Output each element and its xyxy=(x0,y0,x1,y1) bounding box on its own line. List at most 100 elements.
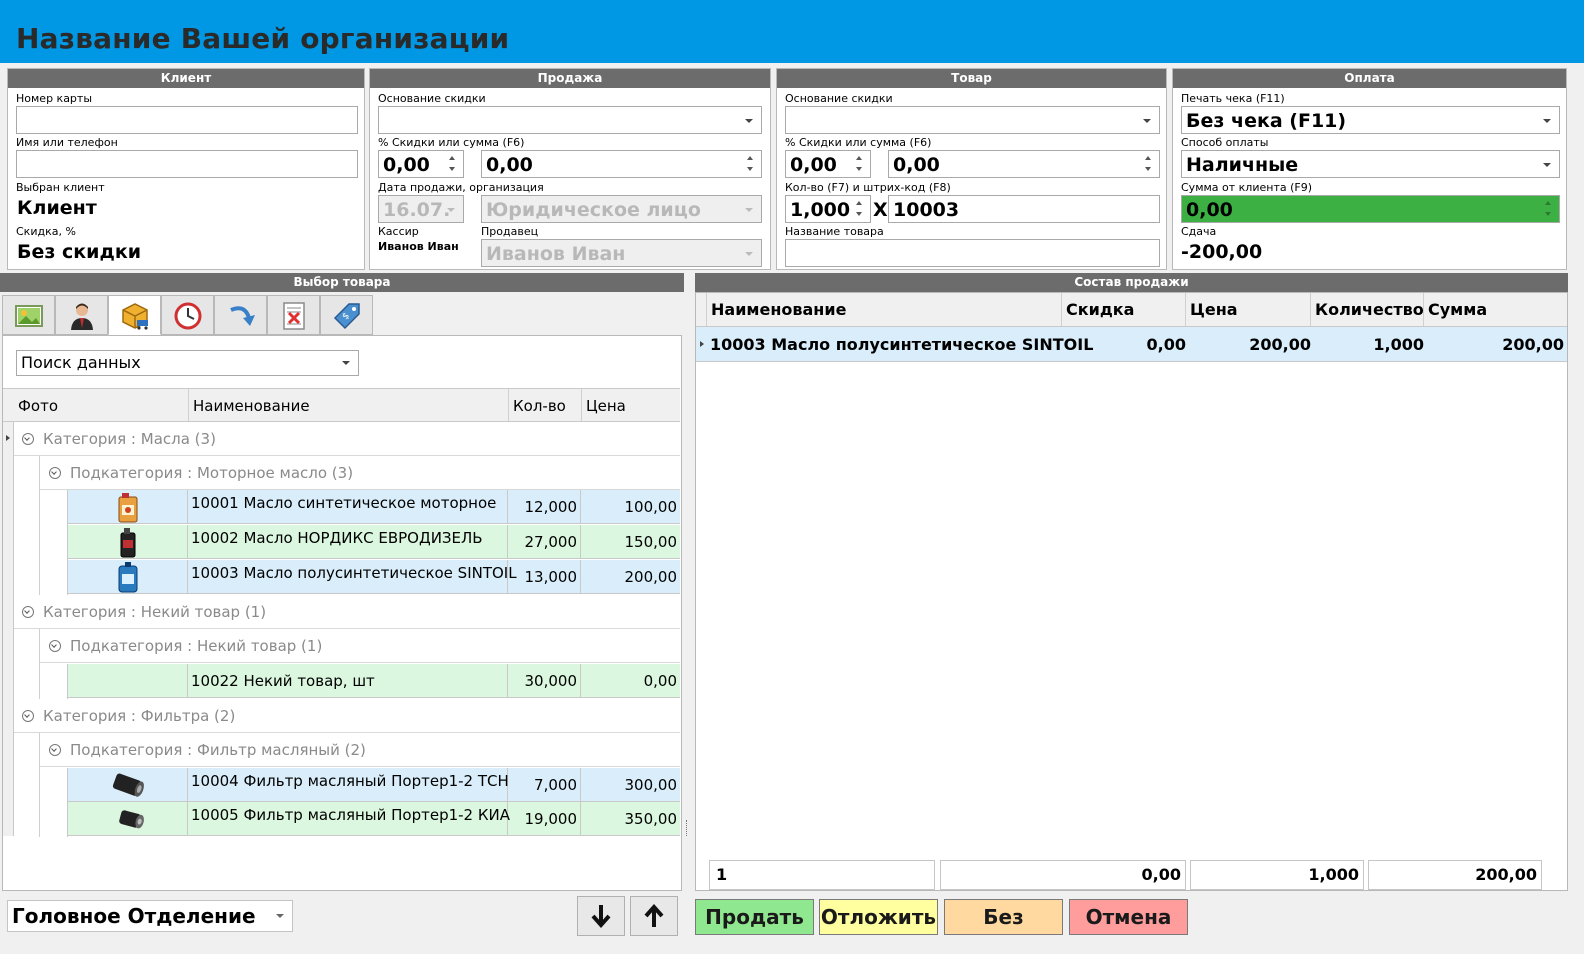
row-indicator-arrow xyxy=(6,435,10,441)
seller-select: Иванов Иван xyxy=(481,239,762,267)
tab-writeoff[interactable] xyxy=(267,295,320,335)
chevron-down-icon xyxy=(1143,119,1151,123)
spin-arrows-icon[interactable] xyxy=(856,200,864,218)
collapse-icon[interactable] xyxy=(22,606,34,618)
sale-organization-select: Юридическое лицо xyxy=(481,195,762,223)
category-row[interactable]: Категория : Масла (3) xyxy=(14,422,680,456)
subcategory-row[interactable]: Подкатегория : Некий товар (1) xyxy=(40,629,680,663)
collapse-icon[interactable] xyxy=(49,467,61,479)
cancel-button[interactable]: Отмена xyxy=(1069,899,1188,935)
composition-discount: 0,00 xyxy=(1146,335,1186,354)
chevron-down-icon xyxy=(447,208,455,212)
composition-name: 10003 Масло полусинтетическое SINTOIL xyxy=(710,335,1094,354)
splitter-handle[interactable] xyxy=(686,820,689,836)
column-header-discount[interactable]: Скидка xyxy=(1062,293,1186,326)
selected-client-label: Выбран клиент xyxy=(16,181,105,194)
composition-sum: 200,00 xyxy=(1502,335,1564,354)
product-price: 100,00 xyxy=(624,498,678,516)
footer-discount: 0,00 xyxy=(940,860,1186,890)
name-phone-input[interactable] xyxy=(16,150,358,178)
product-photo xyxy=(68,525,188,559)
column-header-price[interactable]: Цена xyxy=(1186,293,1311,326)
branch-select[interactable]: Головное Отделение xyxy=(7,900,293,932)
column-header-photo[interactable]: Фото xyxy=(14,389,189,421)
oil-filter-icon xyxy=(119,810,144,829)
tab-users[interactable] xyxy=(55,295,108,335)
column-header-name[interactable]: Наименование xyxy=(707,293,1062,326)
collapse-icon[interactable] xyxy=(22,433,34,445)
sale-discount-pct-stepper[interactable]: 0,00 xyxy=(378,150,464,178)
column-header-price[interactable]: Цена xyxy=(582,389,680,421)
delete-list-icon xyxy=(283,302,305,330)
defer-button[interactable]: Отложить xyxy=(819,899,938,935)
product-panel: Товар Основание скидки % Скидки или сумм… xyxy=(776,68,1167,270)
card-number-input[interactable] xyxy=(16,106,358,134)
quantity-stepper[interactable]: 1,000 xyxy=(785,195,871,223)
sale-discount-basis-select[interactable] xyxy=(378,106,762,134)
subcategory-row[interactable]: Подкатегория : Моторное масло (3) xyxy=(40,456,680,490)
spin-arrows-icon[interactable] xyxy=(747,155,755,173)
product-name: 10022 Некий товар, шт xyxy=(188,664,508,698)
product-name: 10005 Фильтр масляный Портер1-2 КИА xyxy=(188,802,510,836)
tab-price-tags[interactable]: $ xyxy=(320,295,373,335)
arrow-down-icon xyxy=(591,905,611,929)
move-down-button[interactable] xyxy=(577,896,625,936)
subcategory-label: Подкатегория : Некий товар (1) xyxy=(70,637,323,655)
search-select[interactable]: Поиск данных xyxy=(16,350,359,376)
column-header-name[interactable]: Наименование xyxy=(189,389,509,421)
print-receipt-label: Печать чека (F11) xyxy=(1181,92,1285,105)
category-row[interactable]: Категория : Фильтра (2) xyxy=(14,699,680,733)
move-up-button[interactable] xyxy=(630,896,678,936)
sell-button[interactable]: Продать xyxy=(695,899,814,935)
product-qty: 27,000 xyxy=(508,525,581,559)
product-discount-basis-select[interactable] xyxy=(785,106,1160,134)
redo-arrow-icon xyxy=(230,306,255,326)
collapse-icon[interactable] xyxy=(49,640,61,652)
product-name-input[interactable] xyxy=(785,239,1160,267)
category-row[interactable]: Категория : Некий товар (1) xyxy=(14,595,680,629)
subcategory-row[interactable]: Подкатегория : Фильтр масляный (2) xyxy=(40,733,680,767)
table-row[interactable]: 10002 Масло НОРДИКС ЕВРОДИЗЕЛЬ 27,000 15… xyxy=(68,525,680,559)
table-row[interactable]: 10004 Фильтр масляный Портер1-2 ТСН 7,00… xyxy=(68,768,680,802)
table-row[interactable]: 10005 Фильтр масляный Портер1-2 КИА 19,0… xyxy=(68,802,680,836)
table-row[interactable]: 10003 Масло полусинтетическое SINTOIL 0,… xyxy=(696,327,1567,362)
chevron-down-icon xyxy=(745,119,753,123)
print-receipt-select[interactable]: Без чека (F11) xyxy=(1181,106,1560,134)
table-row[interactable]: 10003 Масло полусинтетическое SINTOIL 13… xyxy=(68,560,680,594)
without-button[interactable]: Без xyxy=(944,899,1063,935)
product-price: 200,00 xyxy=(624,568,678,586)
spin-arrows-icon[interactable] xyxy=(1545,200,1553,218)
card-number-label: Номер карты xyxy=(16,92,93,105)
tab-goods[interactable] xyxy=(108,295,161,335)
column-header-quantity[interactable]: Количество xyxy=(1311,293,1424,326)
spin-arrows-icon[interactable] xyxy=(856,155,864,173)
tab-return[interactable] xyxy=(214,295,267,335)
barcode-input[interactable]: 10003 xyxy=(888,195,1160,223)
selected-client-value: Клиент xyxy=(17,197,97,219)
indent-column xyxy=(40,490,68,595)
client-sum-stepper[interactable]: 0,00 xyxy=(1181,195,1560,223)
table-row[interactable]: 10022 Некий товар, шт 30,000 0,00 xyxy=(68,664,680,698)
table-row[interactable]: 10001 Масло синтетическое моторное 12,00… xyxy=(68,490,680,524)
column-header-qty[interactable]: Кол-во xyxy=(509,389,582,421)
clock-icon xyxy=(174,302,202,330)
payment-method-select[interactable]: Наличные xyxy=(1181,150,1560,178)
column-header-sum[interactable]: Сумма xyxy=(1424,293,1567,326)
sale-discount-sum-stepper[interactable]: 0,00 xyxy=(481,150,762,178)
client-panel-title: Клиент xyxy=(8,69,364,88)
collapse-icon[interactable] xyxy=(22,710,34,722)
product-discount-pct-stepper[interactable]: 0,00 xyxy=(785,150,871,178)
product-name: 10002 Масло НОРДИКС ЕВРОДИЗЕЛЬ xyxy=(188,525,508,559)
oil-jerrycan-icon xyxy=(118,562,138,593)
spin-arrows-icon[interactable] xyxy=(1145,155,1153,173)
tab-pictures[interactable] xyxy=(2,295,55,335)
user-icon xyxy=(71,303,93,330)
tab-history[interactable] xyxy=(161,295,214,335)
qty-barcode-label: Кол-во (F7) и штрих-код (F8) xyxy=(785,181,951,194)
cashier-label: Кассир xyxy=(378,225,419,238)
row-indicator-arrow xyxy=(700,341,704,347)
spin-arrows-icon[interactable] xyxy=(449,155,457,173)
collapse-icon[interactable] xyxy=(49,744,61,756)
app-header: Название Вашей организации xyxy=(0,0,1584,63)
product-discount-sum-stepper[interactable]: 0,00 xyxy=(888,150,1160,178)
